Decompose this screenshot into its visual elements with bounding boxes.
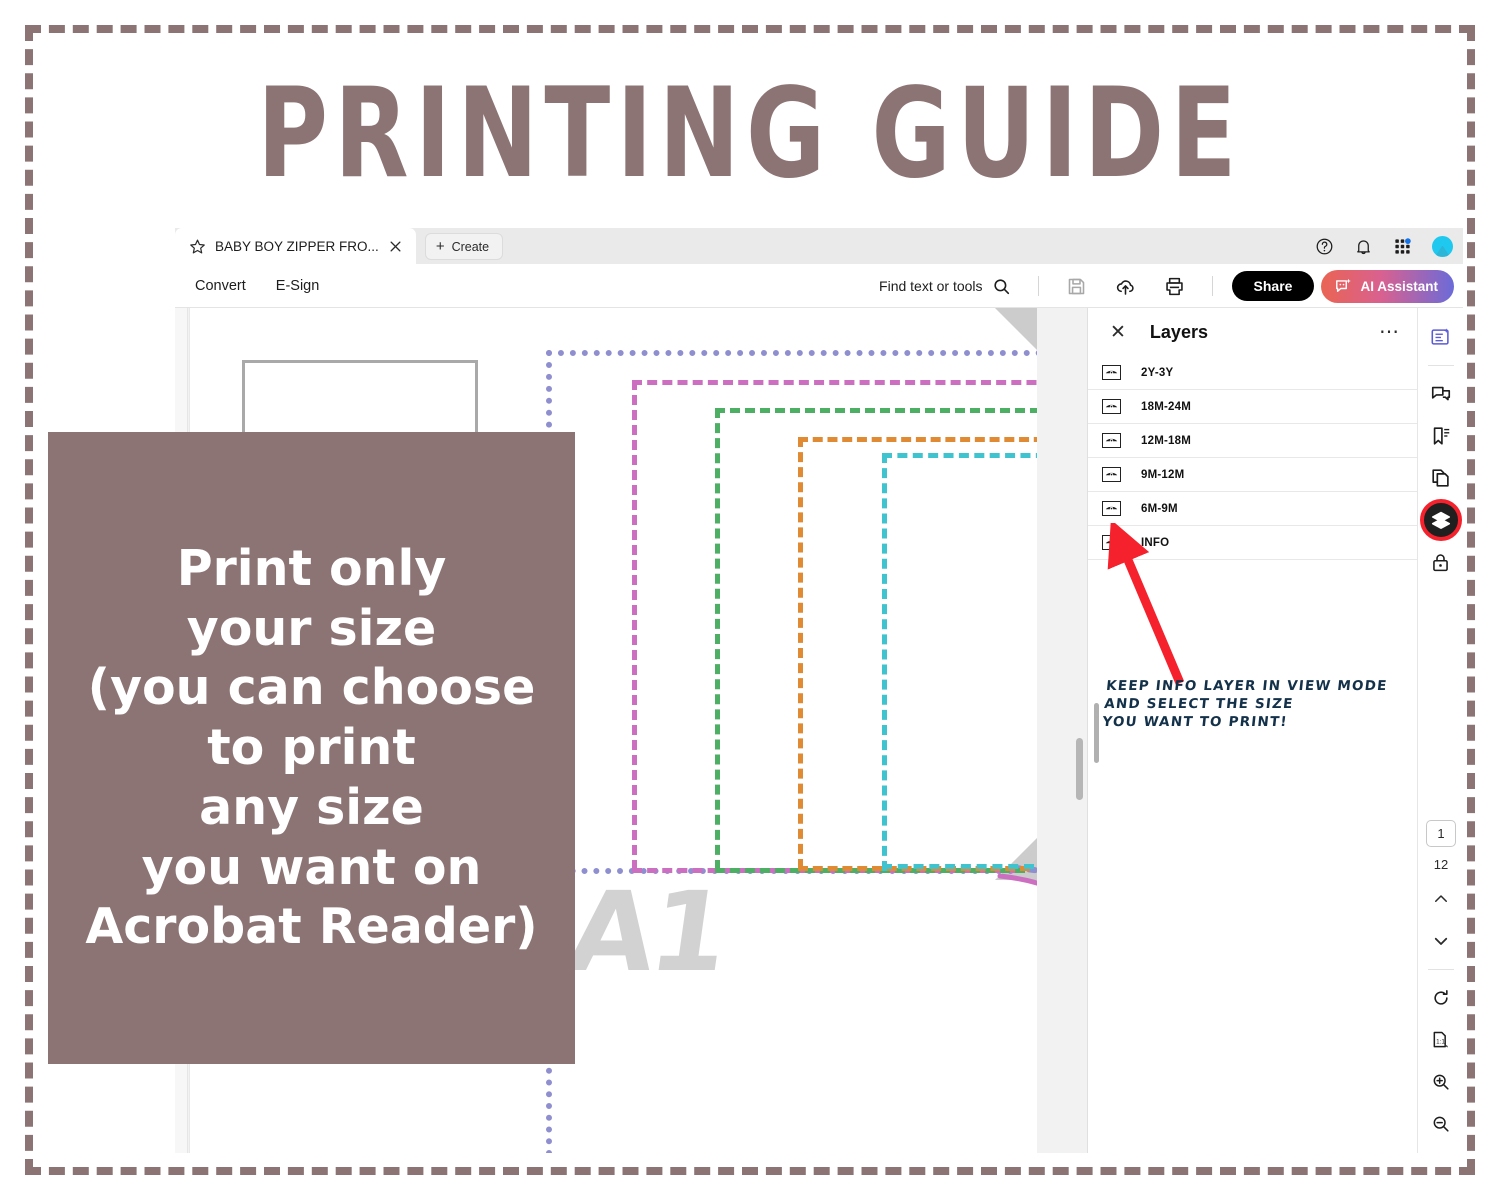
cloud-upload-icon[interactable] xyxy=(1115,276,1136,297)
layer-list: 2Y-3Y 18M-24M 12M-18M 9M-12M 6M-9M INFO xyxy=(1088,356,1417,560)
chevron-up-icon[interactable] xyxy=(1422,880,1460,918)
comment-icon[interactable] xyxy=(1422,375,1460,413)
search-placeholder: Find text or tools xyxy=(879,278,983,294)
document-scrollbar[interactable] xyxy=(1076,738,1083,800)
more-options-icon[interactable]: ⋯ xyxy=(1379,322,1401,342)
ai-sparkle-icon xyxy=(1336,278,1352,292)
create-button[interactable]: + Create xyxy=(424,233,504,260)
eye-icon[interactable] xyxy=(1102,399,1121,414)
page-navigation: 1 12 1:1 xyxy=(1418,820,1463,1147)
menu-esign[interactable]: E-Sign xyxy=(276,278,320,294)
pattern-line-9m12m-mid xyxy=(882,864,1034,869)
pattern-line-2y3y-left xyxy=(632,380,637,870)
rotate-icon[interactable] xyxy=(1422,979,1460,1017)
overlay-line: Acrobat Reader) xyxy=(85,898,538,956)
ai-assistant-button[interactable]: AI Assistant xyxy=(1321,269,1454,303)
zoom-out-icon[interactable] xyxy=(1422,1105,1460,1143)
overlay-line: to print xyxy=(207,719,416,777)
layers-panel: ✕ Layers ⋯ 2Y-3Y 18M-24M 12M-18M 9M-12M 6M-9… xyxy=(1087,308,1417,1153)
instruction-overlay: Print only your size (you can choose to … xyxy=(48,432,575,1064)
layer-name: 12M-18M xyxy=(1141,434,1191,447)
plus-icon: + xyxy=(435,238,445,255)
share-button[interactable]: Share xyxy=(1231,271,1315,301)
close-icon[interactable]: ✕ xyxy=(1110,323,1126,342)
save-icon[interactable] xyxy=(1066,276,1087,297)
tab-strip: BABY BOY ZIPPER FRO... + Create xyxy=(175,228,1463,264)
menu-convert[interactable]: Convert xyxy=(195,278,246,294)
layer-name: 2Y-3Y xyxy=(1141,366,1174,379)
zoom-in-icon[interactable] xyxy=(1422,1063,1460,1101)
fill-and-sign-icon[interactable] xyxy=(1422,318,1460,356)
eye-icon[interactable] xyxy=(1102,365,1121,380)
overlay-line: Print only xyxy=(176,539,447,597)
overlay-line: your size xyxy=(186,599,437,657)
total-pages-label: 12 xyxy=(1433,857,1449,872)
toolbar-divider xyxy=(1037,276,1039,296)
toolbar-divider-2 xyxy=(1211,276,1213,296)
eye-icon[interactable] xyxy=(1102,535,1121,550)
app-grid-icon[interactable] xyxy=(1393,237,1412,256)
overlay-line: you want on xyxy=(141,838,482,896)
layer-name: 6M-9M xyxy=(1141,502,1178,515)
layer-name: 18M-24M xyxy=(1141,400,1191,413)
chevron-down-icon[interactable] xyxy=(1422,922,1460,960)
star-icon[interactable] xyxy=(189,238,206,255)
print-icon[interactable] xyxy=(1164,276,1185,297)
rail-separator-bottom xyxy=(1428,969,1454,970)
window-controls xyxy=(1315,228,1453,264)
overlay-line: any size xyxy=(199,778,424,836)
current-page-input[interactable]: 1 xyxy=(1426,820,1456,847)
pattern-line-12m18m-left xyxy=(798,437,803,869)
annotation-text: KEEP INFO LAYER IN VIEW MODE AND SELECT … xyxy=(1101,678,1389,730)
organize-pages-icon[interactable] xyxy=(1422,459,1460,497)
layers-icon[interactable] xyxy=(1419,499,1462,541)
pattern-line-9m12m-left xyxy=(882,453,887,871)
toolbar-actions: Find text or tools Share AI Assistant xyxy=(879,264,1454,308)
eye-icon[interactable] xyxy=(1102,501,1121,516)
pattern-line-2y3y-top xyxy=(632,380,1037,385)
layer-row[interactable]: 12M-18M xyxy=(1088,424,1417,458)
layer-row[interactable]: 18M-24M xyxy=(1088,390,1417,424)
document-tab-label: BABY BOY ZIPPER FRO... xyxy=(215,238,379,254)
help-icon[interactable] xyxy=(1315,237,1334,256)
poster-canvas: PRINTING GUIDE BABY BOY ZIPPER FRO... + … xyxy=(0,0,1500,1200)
search-icon[interactable] xyxy=(992,277,1011,296)
pattern-line-9m12m-top xyxy=(882,453,1037,458)
layer-row[interactable]: INFO xyxy=(1088,526,1417,560)
protect-lock-icon[interactable] xyxy=(1422,543,1460,581)
layer-row[interactable]: 2Y-3Y xyxy=(1088,356,1417,390)
overlay-line: (you can choose xyxy=(87,659,536,717)
fit-page-icon[interactable]: 1:1 xyxy=(1422,1021,1460,1059)
layers-panel-title: Layers xyxy=(1149,321,1208,342)
bookmark-icon[interactable] xyxy=(1422,417,1460,455)
layer-row[interactable]: 9M-12M xyxy=(1088,458,1417,492)
layers-panel-header: ✕ Layers ⋯ xyxy=(1088,308,1417,356)
close-icon[interactable] xyxy=(388,239,403,254)
search-input[interactable]: Find text or tools xyxy=(879,277,1011,296)
bell-icon[interactable] xyxy=(1354,237,1373,256)
eye-icon[interactable] xyxy=(1102,467,1121,482)
rail-separator xyxy=(1427,365,1454,366)
layer-name: INFO xyxy=(1141,536,1170,549)
eye-icon[interactable] xyxy=(1102,433,1121,448)
pattern-line-18m24m-top xyxy=(715,408,1037,413)
layer-row[interactable]: 6M-9M xyxy=(1088,492,1417,526)
tool-rail: 1 12 1:1 xyxy=(1417,308,1463,1153)
layers-panel-scrollbar[interactable] xyxy=(1094,703,1099,763)
toolbar: Convert E-Sign Find text or tools Share … xyxy=(175,264,1463,308)
pattern-line-18m24m-left xyxy=(715,408,720,870)
layer-name: 9M-12M xyxy=(1141,468,1185,481)
toolbar-menus: Convert E-Sign xyxy=(175,278,319,294)
create-button-label: Create xyxy=(451,239,490,254)
ai-assistant-label: AI Assistant xyxy=(1360,278,1438,294)
pattern-line-12m18m-top xyxy=(798,437,1037,442)
svg-text:1:1: 1:1 xyxy=(1436,1038,1445,1045)
page-title: PRINTING GUIDE xyxy=(257,61,1243,206)
avatar[interactable] xyxy=(1432,235,1453,257)
document-tab[interactable]: BABY BOY ZIPPER FRO... xyxy=(175,228,416,264)
